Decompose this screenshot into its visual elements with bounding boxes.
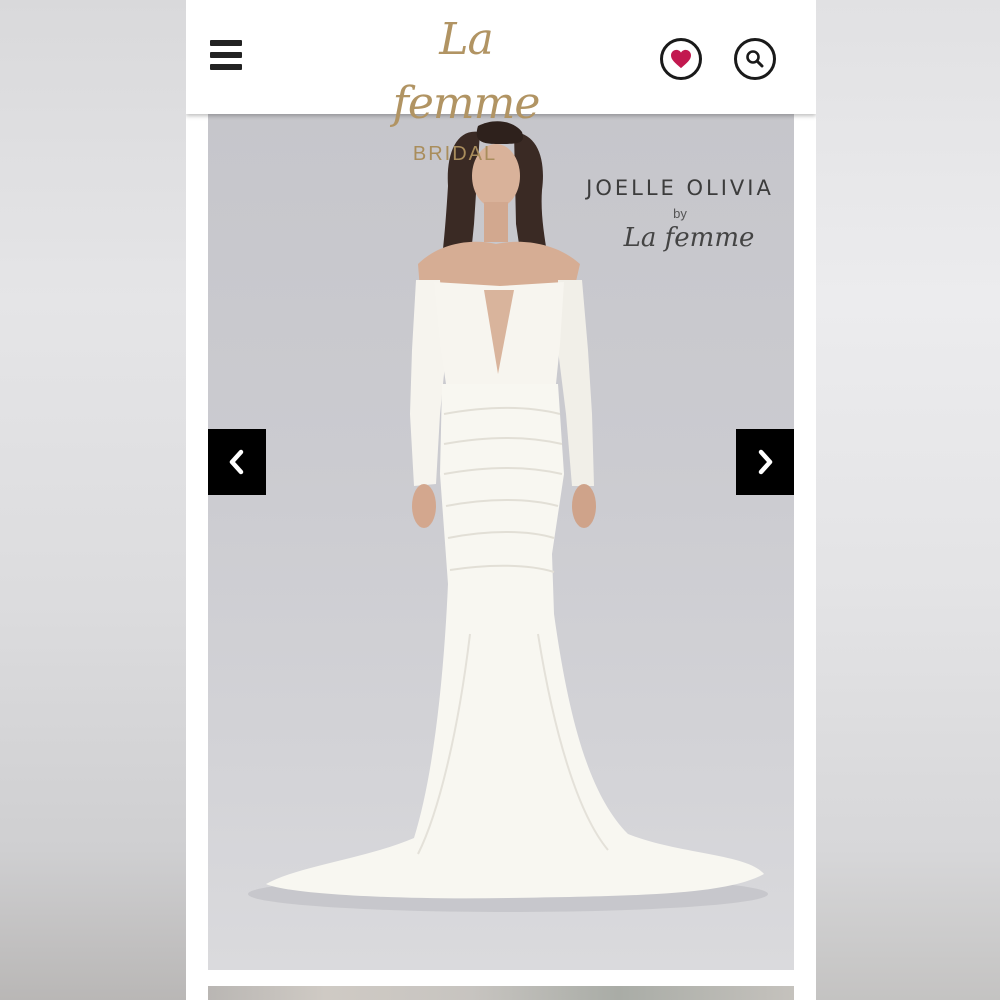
collection-name: JOELLE OLIVIA <box>586 176 774 200</box>
backdrop-right <box>816 0 1000 1000</box>
search-button[interactable] <box>734 38 776 80</box>
carousel-next-button[interactable] <box>736 429 794 495</box>
logo-script-text: La femme <box>392 14 541 129</box>
site-logo[interactable]: La femme BRIDAL <box>326 8 566 164</box>
heart-icon <box>671 49 691 69</box>
collection-script-logo: La femme <box>623 223 755 253</box>
carousel-prev-button[interactable] <box>208 429 266 495</box>
hamburger-menu-icon <box>210 40 242 46</box>
backdrop-left <box>0 0 186 1000</box>
collection-by: by <box>673 206 687 221</box>
logo-subtitle: BRIDAL <box>412 143 498 165</box>
menu-button[interactable] <box>210 40 244 76</box>
chevron-left-icon <box>229 449 244 475</box>
product-image-carousel[interactable]: JOELLE OLIVIA by La femme <box>208 114 794 970</box>
mobile-page: La femme BRIDAL JOELLE OLIVIA by La femm… <box>186 0 816 1000</box>
chevron-right-icon <box>758 449 773 475</box>
next-product-image-preview[interactable] <box>208 986 794 1000</box>
favorites-button[interactable] <box>660 38 702 80</box>
collection-brand-mark: JOELLE OLIVIA by La femme <box>580 176 780 253</box>
site-header: La femme BRIDAL <box>186 0 816 164</box>
search-icon <box>746 50 764 68</box>
